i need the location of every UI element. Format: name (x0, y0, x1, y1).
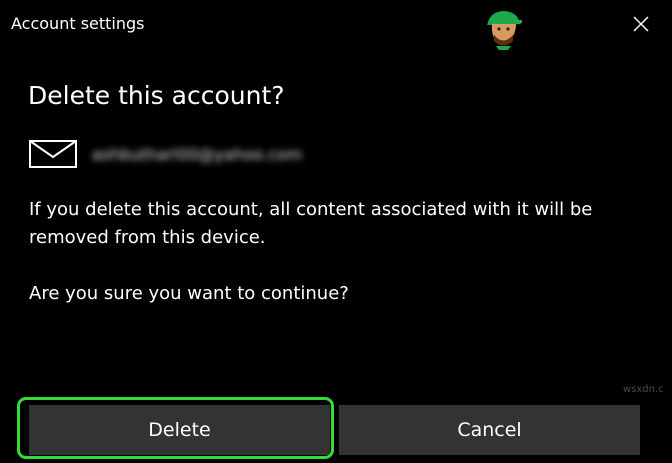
dialog-heading: Delete this account? (28, 81, 285, 110)
cancel-button[interactable]: Cancel (339, 405, 640, 455)
window-title: Account settings (11, 14, 145, 33)
appuals-logo (487, 11, 522, 50)
confirm-question: Are you sure you want to continue? (29, 283, 349, 304)
account-email: ashbutharl00@yahoo.com (92, 145, 303, 164)
delete-button[interactable]: Delete (29, 405, 330, 455)
watermark: wsxdn.c (623, 384, 664, 395)
title-bar: Account settings (0, 0, 672, 50)
close-icon[interactable] (630, 13, 652, 35)
mail-icon (29, 140, 77, 168)
delete-warning-message: If you delete this account, all content … (29, 199, 593, 248)
